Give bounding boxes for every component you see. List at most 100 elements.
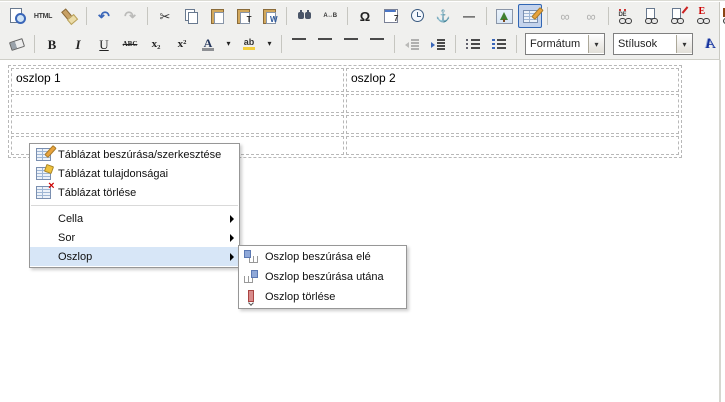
outdent-button[interactable] [400,32,424,56]
custom-a-button[interactable]: A [698,32,722,56]
editor-toolbar: HTML↶↷✂TWA↔BΩ7⚓—∞∞DEE BIUABCx₂x²A▾ab▾For… [0,2,720,60]
submenu-item-insert-column-before[interactable]: Oszlop beszúrása elé [239,247,406,267]
bullet-list-icon [466,38,480,51]
dropdown-arrow-icon[interactable]: ▾ [588,35,604,53]
forecolor-button[interactable]: A [196,32,220,56]
align-center-button[interactable] [313,32,337,56]
special-char-button[interactable]: Ω [353,4,377,28]
table-cell-empty[interactable] [11,94,344,113]
table-icon [522,8,539,24]
table-context-menu: Táblázat beszúrása/szerkesztése Táblázat … [29,143,240,268]
submenu-item-insert-column-after[interactable]: Oszlop beszúrása utána [239,267,406,287]
menu-item-label: Oszlop törlése [265,291,335,303]
menu-item-column[interactable]: Oszlop [30,247,239,266]
underline-button[interactable]: U [92,32,116,56]
link-e-button-overlay: E [699,7,706,17]
cut-button[interactable]: ✂ [153,4,177,28]
highlight-button-glyph: ab [243,38,256,50]
table-cell-empty[interactable] [346,94,679,113]
link-document-button[interactable] [640,4,664,28]
unlink-button[interactable]: ∞ [579,4,603,28]
anchor-button[interactable]: ⚓ [431,4,455,28]
align-left-button[interactable] [287,32,311,56]
menu-item-row[interactable]: Sor [30,228,239,247]
redo-button-glyph: ↷ [124,9,136,23]
paste-as-text-icon: T [235,8,252,24]
highlight-menu-button[interactable]: ▾ [263,32,276,56]
menu-item-insert-edit-table[interactable]: Táblázat beszúrása/szerkesztése [30,145,239,164]
menu-item-label: Sor [58,232,75,244]
bullet-list-button[interactable] [461,32,485,56]
table-cell-empty[interactable] [346,115,679,134]
link-document-icon [644,8,661,24]
link-de-button-overlay: DE [619,9,627,18]
table-cell-empty[interactable] [11,115,344,134]
underline-icon: U [96,36,113,52]
horizontal-rule-button[interactable]: — [457,4,481,28]
highlight-button[interactable]: ab [237,32,261,56]
forecolor-menu-button[interactable]: ▾ [222,32,235,56]
menu-item-label: Oszlop [58,251,92,263]
menu-item-label: Táblázat tulajdonságai [58,168,168,180]
bold-button[interactable]: B [40,32,64,56]
blank-icon [34,249,52,265]
preview-button[interactable] [5,4,29,28]
special-char-icon: Ω [357,8,374,24]
format-select[interactable]: Formátum▾ [525,33,605,55]
highlight-icon: ab [241,36,258,52]
table-delete-icon [34,185,52,201]
redo-button[interactable]: ↷ [118,4,142,28]
link-library-button[interactable] [718,4,725,28]
menu-item-label: Oszlop beszúrása elé [265,251,371,263]
insert-date-button[interactable]: 7 [379,4,403,28]
find-button[interactable] [292,4,316,28]
remove-format-button[interactable] [5,32,29,56]
table-cell-oszlop-1[interactable]: oszlop 1 [11,68,344,92]
align-right-button[interactable] [339,32,363,56]
highlight-menu-button-glyph: ▾ [267,40,271,48]
editor-app: HTML↶↷✂TWA↔BΩ7⚓—∞∞DEE BIUABCx₂x²A▾ab▾For… [0,0,725,402]
link-de-button[interactable]: DE [614,4,638,28]
submenu-arrow-icon [230,253,234,261]
html-source-button[interactable]: HTML [31,4,55,28]
undo-button[interactable]: ↶ [92,4,116,28]
horizontal-rule-icon: — [461,8,478,24]
subscript-button[interactable]: x₂ [144,32,168,56]
table-cell-empty[interactable] [346,136,679,155]
cleanup-button[interactable] [57,4,81,28]
table-button[interactable] [518,4,542,28]
dropdown-arrow-icon[interactable]: ▾ [676,35,692,53]
paste-as-text-button[interactable]: T [231,4,255,28]
submenu-arrow-icon [230,215,234,223]
toolbar-separator [34,35,35,53]
align-justify-button[interactable] [365,32,389,56]
paste-from-word-button[interactable]: W [257,4,281,28]
styles-select[interactable]: Stílusok▾ [613,33,693,55]
insert-date-icon: 7 [383,8,400,24]
superscript-button[interactable]: x² [170,32,194,56]
strikethrough-button[interactable]: ABC [118,32,142,56]
blank-icon [34,230,52,246]
paste-button[interactable] [205,4,229,28]
menu-item-table-properties[interactable]: Táblázat tulajdonságai [30,164,239,183]
image-button[interactable] [492,4,516,28]
table-cell-oszlop-2[interactable]: oszlop 2 [346,68,679,92]
menu-item-cell[interactable]: Cella [30,209,239,228]
copy-button[interactable] [179,4,203,28]
menu-item-delete-table[interactable]: Táblázat törlése [30,183,239,202]
link-e-button[interactable]: E [692,4,716,28]
numbered-list-button[interactable] [487,32,511,56]
menu-item-label: Táblázat törlése [58,187,136,199]
special-char-button-glyph: Ω [360,10,370,23]
toolbar-separator [281,35,282,53]
link-document-edit-button[interactable] [666,4,690,28]
indent-button[interactable] [426,32,450,56]
link-button[interactable]: ∞ [553,4,577,28]
find-replace-button[interactable]: A↔B [318,4,342,28]
italic-button[interactable]: I [66,32,90,56]
link-e-icon: E [696,8,713,24]
find-icon [296,8,313,24]
insert-time-button[interactable] [405,4,429,28]
link-button-glyph: ∞ [560,10,569,23]
submenu-item-delete-column[interactable]: Oszlop törlése [239,287,406,307]
